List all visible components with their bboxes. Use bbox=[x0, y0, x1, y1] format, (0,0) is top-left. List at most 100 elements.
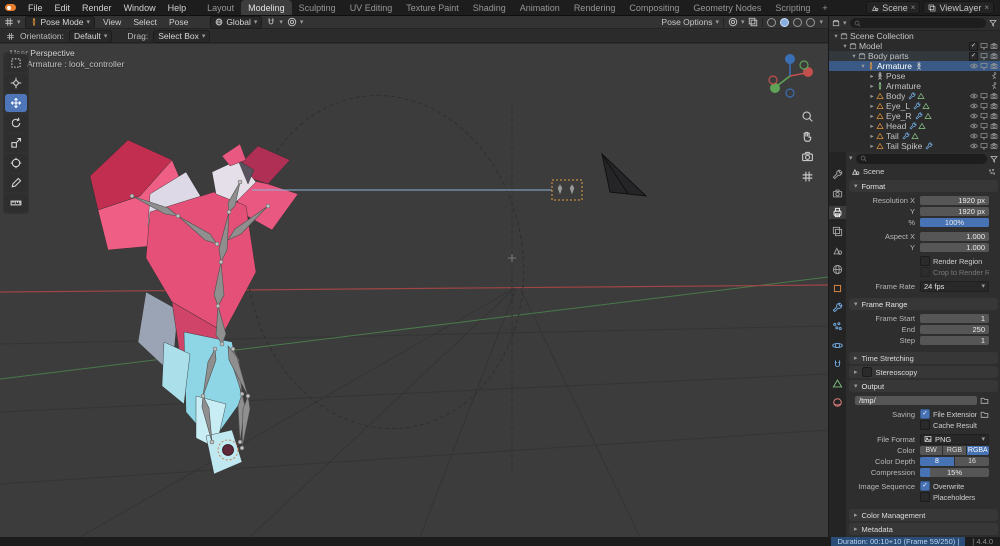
tab-geometry-nodes[interactable]: Geometry Nodes bbox=[686, 0, 768, 15]
menu-help[interactable]: Help bbox=[162, 3, 193, 13]
disable-viewport-icon[interactable] bbox=[980, 52, 988, 60]
viewport-canvas[interactable] bbox=[0, 44, 828, 537]
toggle-ortho-icon[interactable] bbox=[801, 170, 814, 183]
disable-render-icon[interactable] bbox=[990, 122, 998, 130]
filter-icon[interactable] bbox=[989, 19, 997, 27]
exclude-checkbox[interactable]: ✓ bbox=[969, 51, 978, 61]
rotate-tool[interactable] bbox=[5, 114, 27, 132]
annotate-tool[interactable] bbox=[5, 174, 27, 192]
menu-pose[interactable]: Pose bbox=[165, 17, 192, 27]
view-layer-selector[interactable]: ViewLayer × bbox=[923, 1, 994, 14]
disclosure-icon[interactable]: ▸ bbox=[868, 72, 876, 80]
tab-scripting[interactable]: Scripting bbox=[768, 0, 817, 15]
stereoscopy-checkbox[interactable] bbox=[861, 367, 872, 377]
tab-texture-paint[interactable]: Texture Paint bbox=[399, 0, 466, 15]
outliner-search-input[interactable] bbox=[849, 18, 986, 28]
outliner-row-eye-r[interactable]: ▸ Eye_R bbox=[829, 111, 1000, 121]
tab-world[interactable] bbox=[829, 263, 846, 276]
compression-slider[interactable]: 15% bbox=[920, 467, 989, 477]
hide-icon[interactable] bbox=[970, 132, 978, 140]
tab-compositing[interactable]: Compositing bbox=[622, 0, 686, 15]
tab-sculpting[interactable]: Sculpting bbox=[292, 0, 343, 15]
tab-object[interactable] bbox=[829, 282, 846, 295]
shading-solid-button[interactable] bbox=[780, 17, 790, 27]
mode-dropdown[interactable]: Pose Mode ▾ bbox=[24, 15, 96, 29]
outliner-row-pose[interactable]: ▸ Pose bbox=[829, 71, 1000, 81]
orientation-default-dropdown[interactable]: Default ▾ bbox=[68, 29, 113, 43]
menu-view[interactable]: View bbox=[99, 17, 125, 27]
disclosure-icon[interactable]: ▾ bbox=[841, 42, 849, 50]
panel-header-output[interactable]: ▾ Output bbox=[849, 380, 998, 392]
resolution-x-field[interactable]: 1920 px bbox=[920, 195, 989, 205]
proportional-editing-toggle[interactable]: ▾ bbox=[287, 17, 303, 27]
file-extensions-checkbox[interactable]: ✓ bbox=[920, 409, 930, 419]
tab-uv-editing[interactable]: UV Editing bbox=[343, 0, 400, 15]
disclosure-icon[interactable]: ▸ bbox=[868, 132, 876, 140]
frame-end-field[interactable]: 250 bbox=[920, 324, 989, 334]
aspect-x-field[interactable]: 1.000 bbox=[920, 231, 989, 241]
disable-viewport-icon[interactable] bbox=[980, 122, 988, 130]
outliner-row-body-parts[interactable]: ▾ Body parts ✓ bbox=[829, 51, 1000, 61]
outliner-row-eye-l[interactable]: ▸ Eye_L bbox=[829, 101, 1000, 111]
render-region-checkbox[interactable] bbox=[920, 256, 930, 266]
frame-start-field[interactable]: 1 bbox=[920, 313, 989, 323]
editor-type-button[interactable]: ▾ bbox=[4, 17, 21, 27]
disclosure-icon[interactable]: ▸ bbox=[868, 112, 876, 120]
frame-step-field[interactable]: 1 bbox=[920, 335, 989, 345]
filter-icon[interactable] bbox=[990, 155, 998, 163]
transform-orientation-dropdown[interactable]: Global ▾ bbox=[210, 15, 263, 29]
pan-hand-icon[interactable] bbox=[801, 130, 814, 143]
outliner-row-head[interactable]: ▸ Head bbox=[829, 121, 1000, 131]
disable-render-icon[interactable] bbox=[990, 112, 998, 120]
color-rgba-option[interactable]: RGBA bbox=[966, 445, 989, 455]
breadcrumb-scene[interactable]: Scene bbox=[863, 167, 884, 176]
resolution-pct-slider[interactable]: 100% bbox=[920, 217, 989, 227]
tab-rendering[interactable]: Rendering bbox=[567, 0, 623, 15]
zoom-icon[interactable] bbox=[801, 110, 814, 123]
navigation-gizmo[interactable] bbox=[764, 50, 816, 102]
exclude-checkbox[interactable]: ✓ bbox=[969, 41, 978, 51]
panel-time-stretching[interactable]: ▸ Time Stretching bbox=[849, 352, 998, 364]
scene-selector[interactable]: Scene × bbox=[866, 1, 921, 14]
shading-material-button[interactable] bbox=[793, 17, 803, 27]
tab-constraints[interactable] bbox=[829, 358, 846, 371]
move-tool[interactable] bbox=[5, 94, 27, 112]
animation-icon[interactable] bbox=[990, 82, 998, 90]
disable-viewport-icon[interactable] bbox=[980, 132, 988, 140]
shading-rendered-button[interactable] bbox=[806, 17, 816, 27]
tab-material[interactable] bbox=[829, 396, 846, 409]
file-browser-icon[interactable] bbox=[980, 410, 989, 419]
tab-animation[interactable]: Animation bbox=[513, 0, 567, 15]
disclosure-icon[interactable]: ▾ bbox=[850, 52, 858, 60]
overwrite-checkbox[interactable]: ✓ bbox=[920, 481, 930, 491]
outliner-row-tail[interactable]: ▸ Tail bbox=[829, 131, 1000, 141]
select-box-tool[interactable] bbox=[5, 54, 27, 72]
transform-tool[interactable] bbox=[5, 154, 27, 172]
outliner-row-model[interactable]: ▾ Model ✓ bbox=[829, 41, 1000, 51]
properties-search-input[interactable] bbox=[855, 153, 987, 164]
unlink-scene-icon[interactable]: × bbox=[911, 3, 916, 12]
disable-render-icon[interactable] bbox=[990, 92, 998, 100]
outliner-row-armature-data[interactable]: ▸ Armature bbox=[829, 81, 1000, 91]
output-path-field[interactable]: /tmp/ bbox=[855, 395, 977, 405]
disable-viewport-icon[interactable] bbox=[980, 42, 988, 50]
crop-region-checkbox[interactable] bbox=[920, 267, 930, 277]
remove-view-layer-icon[interactable]: × bbox=[984, 3, 989, 12]
disclosure-icon[interactable]: ▾ bbox=[832, 32, 840, 40]
resolution-y-field[interactable]: 1920 px bbox=[920, 206, 989, 216]
disable-viewport-icon[interactable] bbox=[980, 102, 988, 110]
color-bw-option[interactable]: BW bbox=[920, 445, 943, 455]
shading-wireframe-button[interactable] bbox=[767, 17, 777, 27]
disclosure-icon[interactable]: ▾ bbox=[859, 62, 867, 70]
tab-tool[interactable] bbox=[829, 168, 846, 181]
viewport-3d[interactable]: User Perspective (59) Armature : look_co… bbox=[0, 44, 828, 537]
tab-layout[interactable]: Layout bbox=[200, 0, 241, 15]
placeholders-checkbox[interactable] bbox=[920, 492, 930, 502]
scale-tool[interactable] bbox=[5, 134, 27, 152]
hide-icon[interactable] bbox=[970, 62, 978, 70]
menu-window[interactable]: Window bbox=[118, 3, 162, 13]
disable-render-icon[interactable] bbox=[990, 42, 998, 50]
tab-scene[interactable] bbox=[829, 244, 846, 257]
menu-edit[interactable]: Edit bbox=[49, 3, 77, 13]
menu-render[interactable]: Render bbox=[76, 3, 118, 13]
